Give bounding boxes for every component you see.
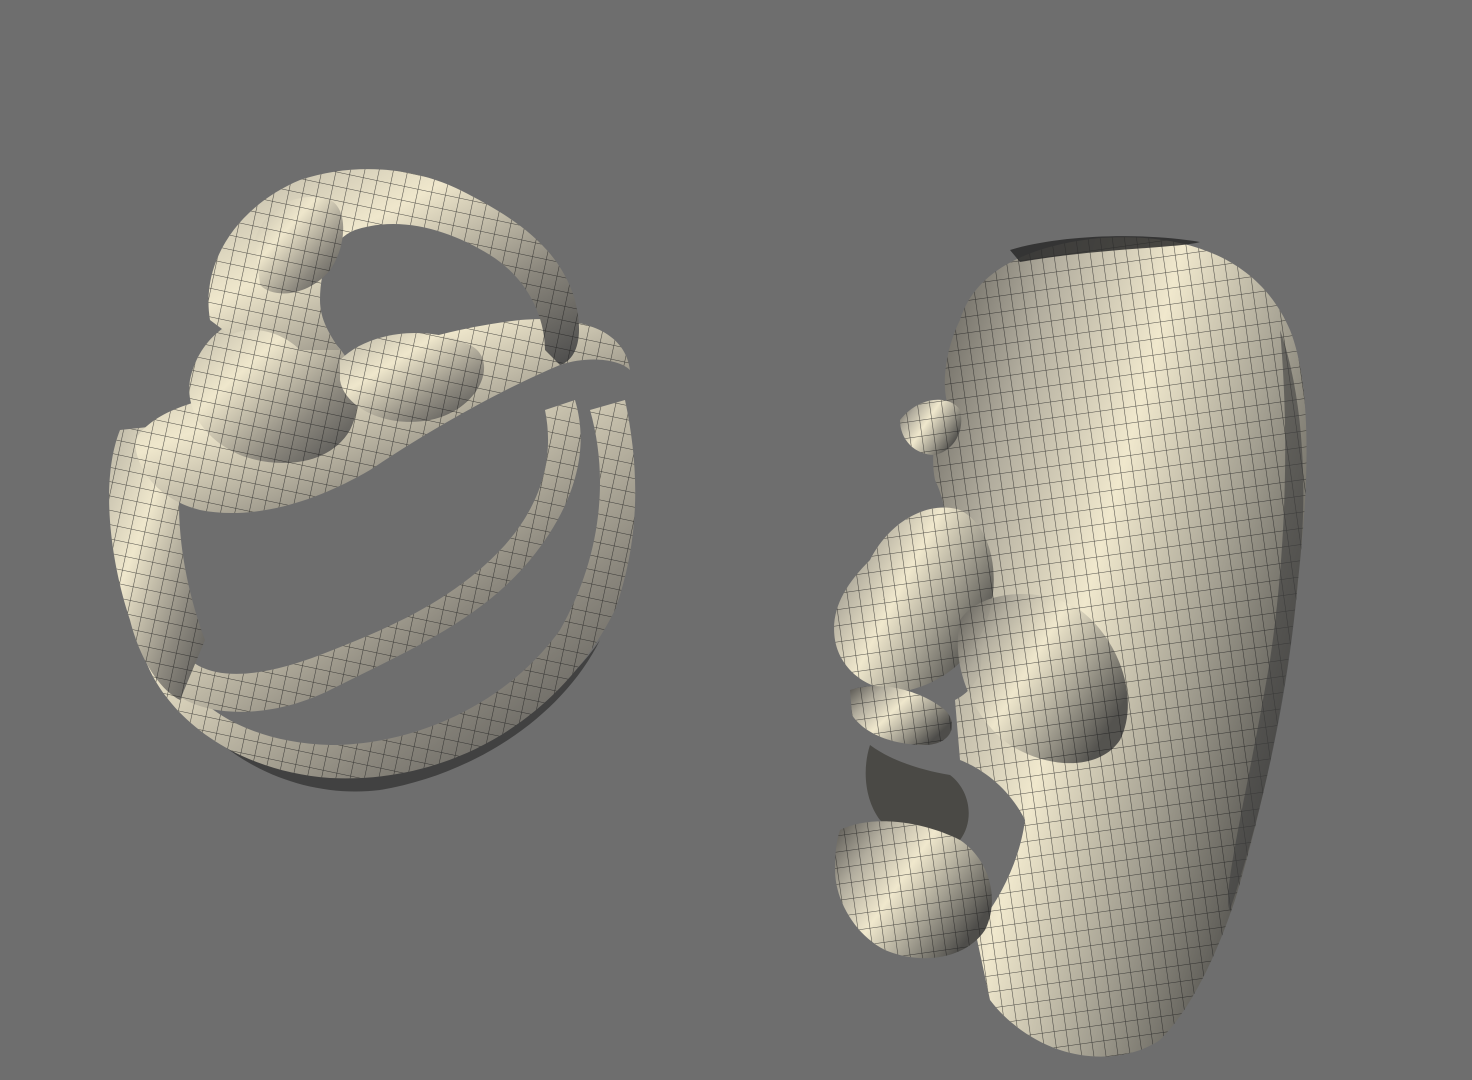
viewport-canvas[interactable] [0, 0, 1472, 1080]
3d-viewport[interactable] [0, 0, 1472, 1080]
mask-profile-mesh[interactable] [834, 236, 1307, 1057]
mask-smile-mesh[interactable] [109, 169, 636, 792]
